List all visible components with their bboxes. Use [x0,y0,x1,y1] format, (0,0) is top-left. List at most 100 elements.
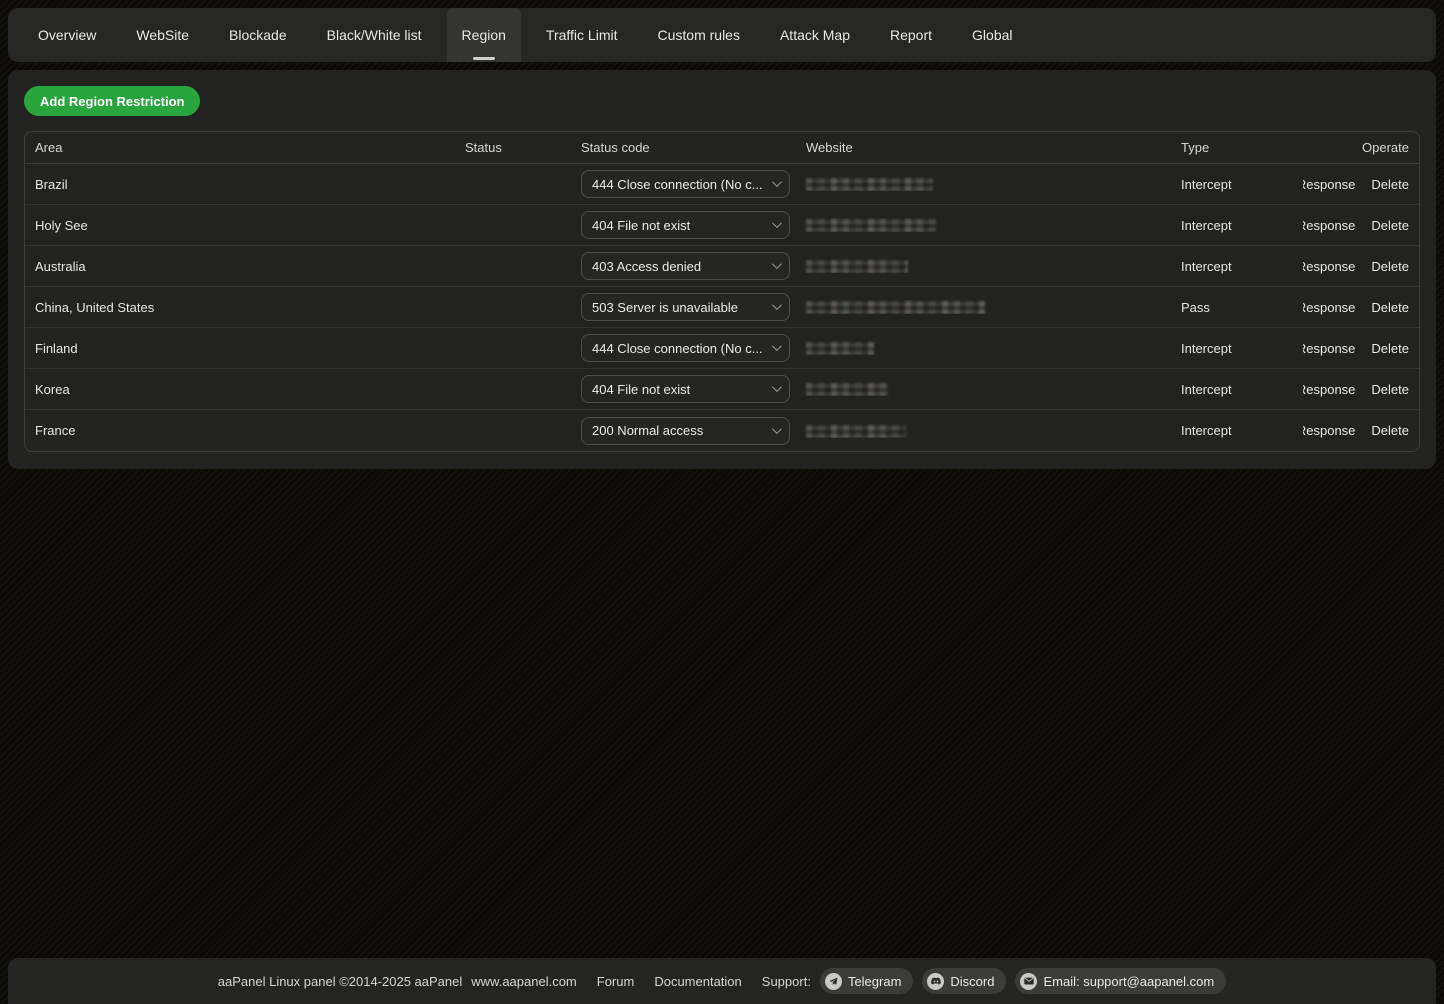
site-link[interactable]: www.aapanel.com [471,974,577,989]
status-code-select[interactable]: 503 Server is unavailable [581,293,790,321]
tab-label: Attack Map [780,27,850,43]
copyright-text: aaPanel Linux panel ©2014-2025 aaPanel [218,974,463,989]
telegram-button[interactable]: Telegram [820,968,913,994]
delete-link[interactable]: Delete [1371,300,1409,315]
tab-report[interactable]: Report [875,8,947,62]
tab-website[interactable]: WebSite [121,8,204,62]
status-code-select[interactable]: 200 Normal access [581,417,790,445]
tab-global[interactable]: Global [957,8,1027,62]
support-label: Support: [762,974,811,989]
type-label: Intercept [1171,423,1303,438]
forum-link[interactable]: Forum [597,974,635,989]
table-row: Brazil 444 Close connection (No c... Int… [25,164,1419,205]
website-masked [806,382,888,396]
website-masked [806,341,874,355]
status-code-value: 503 Server is unavailable [592,300,738,315]
tab-label: Region [462,27,506,43]
status-code-value: 200 Normal access [592,423,703,438]
chevron-down-icon [772,177,782,187]
tab-traffic-limit[interactable]: Traffic Limit [531,8,633,62]
tab-black-white-list[interactable]: Black/White list [312,8,437,62]
footer-bar: aaPanel Linux panel ©2014-2025 aaPanel w… [8,958,1436,1004]
tab-custom-rules[interactable]: Custom rules [643,8,755,62]
delete-link[interactable]: Delete [1371,382,1409,397]
status-code-select[interactable]: 404 File not exist [581,375,790,403]
delete-link[interactable]: Delete [1371,218,1409,233]
response-link[interactable]: Response [1303,300,1355,315]
response-link[interactable]: Response [1303,177,1355,192]
area-label: Brazil [25,177,455,192]
response-link[interactable]: Response [1303,341,1355,356]
status-code-value: 444 Close connection (No c... [592,341,763,356]
response-link[interactable]: Response [1303,218,1355,233]
discord-icon [927,973,944,990]
status-code-select[interactable]: 404 File not exist [581,211,790,239]
documentation-link[interactable]: Documentation [654,974,741,989]
type-label: Intercept [1171,259,1303,274]
tab-label: WebSite [136,27,189,43]
website-masked [806,300,985,314]
delete-link[interactable]: Delete [1371,341,1409,356]
area-label: China, United States [25,300,455,315]
chevron-down-icon [772,424,782,434]
region-table: Area Status Status code Website Type Ope… [24,131,1420,452]
tab-label: Report [890,27,932,43]
discord-label: Discord [950,974,994,989]
chevron-down-icon [772,382,782,392]
website-masked [806,259,908,273]
area-label: Finland [25,341,455,356]
status-code-value: 404 File not exist [592,382,690,397]
chevron-down-icon [772,300,782,310]
area-label: Australia [25,259,455,274]
tab-overview[interactable]: Overview [23,8,111,62]
tab-label: Blockade [229,27,287,43]
type-label: Intercept [1171,218,1303,233]
status-code-value: 444 Close connection (No c... [592,177,763,192]
header-type: Type [1171,140,1303,155]
type-label: Pass [1171,300,1303,315]
tab-region[interactable]: Region [447,8,521,62]
area-label: Korea [25,382,455,397]
status-code-select[interactable]: 444 Close connection (No c... [581,170,790,198]
email-label: Email: support@aapanel.com [1043,974,1214,989]
type-label: Intercept [1171,341,1303,356]
chevron-down-icon [772,341,782,351]
active-tab-indicator [473,57,495,60]
table-row: Finland 444 Close connection (No c... In… [25,328,1419,369]
tab-label: Black/White list [327,27,422,43]
table-row: Holy See 404 File not exist Intercept Re… [25,205,1419,246]
header-area: Area [25,140,455,155]
response-link[interactable]: Response [1303,382,1355,397]
response-link[interactable]: Response [1303,259,1355,274]
telegram-label: Telegram [848,974,901,989]
response-link[interactable]: Response [1303,423,1355,438]
tab-label: Traffic Limit [546,27,618,43]
region-panel: Add Region Restriction Area Status Statu… [8,70,1436,469]
status-code-value: 403 Access denied [592,259,701,274]
status-code-value: 404 File not exist [592,218,690,233]
header-status: Status [455,140,571,155]
delete-link[interactable]: Delete [1371,423,1409,438]
status-code-select[interactable]: 444 Close connection (No c... [581,334,790,362]
header-website: Website [796,140,1171,155]
telegram-icon [825,973,842,990]
delete-link[interactable]: Delete [1371,259,1409,274]
type-label: Intercept [1171,382,1303,397]
delete-link[interactable]: Delete [1371,177,1409,192]
chevron-down-icon [772,218,782,228]
website-masked [806,218,936,232]
email-button[interactable]: Email: support@aapanel.com [1015,968,1226,994]
status-code-select[interactable]: 403 Access denied [581,252,790,280]
tab-label: Overview [38,27,96,43]
tab-attack-map[interactable]: Attack Map [765,8,865,62]
discord-button[interactable]: Discord [922,968,1006,994]
tab-label: Global [972,27,1012,43]
website-masked [806,424,906,438]
tab-blockade[interactable]: Blockade [214,8,302,62]
area-label: Holy See [25,218,455,233]
type-label: Intercept [1171,177,1303,192]
table-row: France 200 Normal access Intercept Respo… [25,410,1419,451]
area-label: France [25,423,455,438]
add-region-restriction-button[interactable]: Add Region Restriction [24,86,200,116]
table-row: Korea 404 File not exist Intercept Respo… [25,369,1419,410]
